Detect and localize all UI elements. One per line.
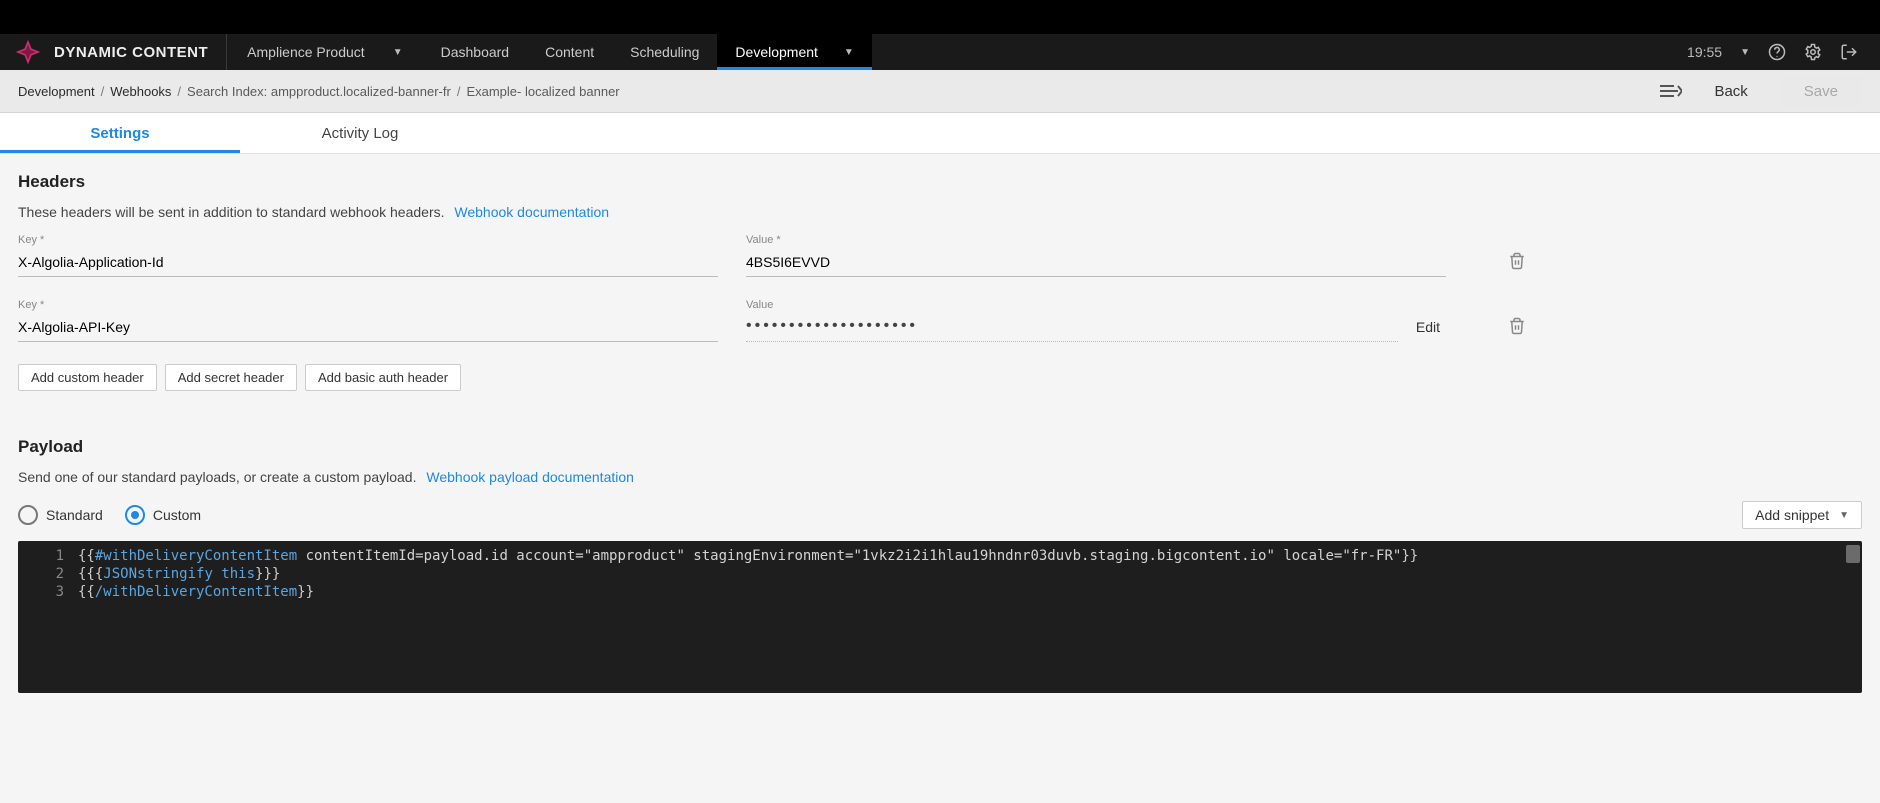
header-key-field: Key *: [18, 234, 718, 277]
panel-toggle-icon[interactable]: [1658, 82, 1682, 100]
header-value-input[interactable]: [746, 250, 1446, 277]
headers-description: These headers will be sent in addition t…: [18, 204, 1862, 220]
back-button[interactable]: Back: [1706, 79, 1755, 104]
breadcrumb-separator: /: [177, 84, 181, 99]
radio-label: Custom: [153, 507, 201, 523]
header-key-input[interactable]: [18, 315, 718, 342]
time-selector[interactable]: 19:55 ▼: [1687, 44, 1750, 60]
header-row: Key * Value *: [18, 234, 1862, 277]
headers-desc-text: These headers will be sent in addition t…: [18, 204, 445, 220]
payload-description: Send one of our standard payloads, or cr…: [18, 469, 1862, 485]
payload-controls: Standard Custom Add snippet ▼: [18, 501, 1862, 529]
nav-item-scheduling[interactable]: Scheduling: [612, 34, 717, 70]
delete-header-button[interactable]: [1504, 312, 1530, 340]
trash-icon: [1508, 251, 1526, 271]
breadcrumb-link[interactable]: Development: [18, 84, 95, 99]
payload-title: Payload: [18, 437, 1862, 457]
delete-header-button[interactable]: [1504, 247, 1530, 275]
header-buttons-row: Add custom header Add secret header Add …: [18, 364, 1862, 391]
header-key-field: Key *: [18, 299, 718, 342]
breadcrumb-bar: Development / Webhooks / Search Index: amppr…: [0, 70, 1880, 113]
payload-desc-text: Send one of our standard payloads, or cr…: [18, 469, 416, 485]
save-button: Save: [1780, 77, 1862, 106]
code-line: 1{{#withDeliveryContentItem contentItemI…: [18, 547, 1862, 565]
header-value-field: Value *: [746, 234, 1446, 277]
breadcrumb: Development / Webhooks / Search Index: amppr…: [18, 84, 620, 99]
field-label: Value: [746, 299, 1398, 311]
add-snippet-label: Add snippet: [1755, 507, 1829, 523]
header-right: 19:55 ▼: [1687, 43, 1880, 61]
add-snippet-button[interactable]: Add snippet ▼: [1742, 501, 1862, 529]
line-number: 1: [18, 547, 78, 565]
chevron-down-icon: ▼: [844, 47, 854, 58]
chevron-down-icon: ▼: [1740, 47, 1750, 58]
app-header: DYNAMIC CONTENT Amplience Product ▼ Dash…: [0, 34, 1880, 70]
secret-value-masked: ••••••••••••••••••••: [746, 315, 1398, 341]
content-area: Headers These headers will be sent in ad…: [0, 154, 1880, 723]
line-number: 2: [18, 565, 78, 583]
dynamic-content-logo-icon: [14, 38, 42, 66]
line-number: 3: [18, 583, 78, 601]
nav-item-content[interactable]: Content: [527, 34, 612, 70]
window-top-bar: [0, 0, 1880, 34]
webhook-payload-documentation-link[interactable]: Webhook payload documentation: [426, 469, 634, 485]
editor-scrollbar[interactable]: [1846, 545, 1860, 563]
tab-settings[interactable]: Settings: [0, 113, 240, 153]
tab-activity-log[interactable]: Activity Log: [240, 113, 480, 153]
hub-name: Amplience Product: [247, 44, 365, 60]
nav-item-dashboard[interactable]: Dashboard: [423, 34, 528, 70]
code-content: {{/withDeliveryContentItem}}: [78, 583, 314, 601]
add-custom-header-button[interactable]: Add custom header: [18, 364, 157, 391]
radio-label: Standard: [46, 507, 103, 523]
nav-label: Dashboard: [441, 44, 510, 60]
nav-label: Development: [735, 44, 818, 60]
field-label: Value *: [746, 234, 1446, 246]
add-secret-header-button[interactable]: Add secret header: [165, 364, 297, 391]
edit-secret-button[interactable]: Edit: [1410, 318, 1446, 336]
breadcrumb-text: Example- localized banner: [466, 84, 619, 99]
code-content: {{{JSONstringify this}}}: [78, 565, 280, 583]
tab-label: Settings: [90, 125, 149, 142]
nav-item-development[interactable]: Development ▼: [717, 34, 871, 70]
field-label: Key *: [18, 299, 718, 311]
app-logo[interactable]: DYNAMIC CONTENT: [0, 34, 227, 70]
nav-label: Content: [545, 44, 594, 60]
code-line: 2{{{JSONstringify this}}}: [18, 565, 1862, 583]
chevron-down-icon: ▼: [1839, 510, 1849, 521]
chevron-down-icon: ▼: [393, 47, 403, 58]
header-secret-value-field: Value •••••••••••••••••••• Edit: [746, 299, 1446, 342]
trash-icon: [1508, 316, 1526, 336]
breadcrumb-text: Search Index: ampproduct.localized-banne…: [187, 84, 451, 99]
webhook-documentation-link[interactable]: Webhook documentation: [454, 204, 609, 220]
header-row: Key * Value •••••••••••••••••••• Edit: [18, 299, 1862, 342]
header-key-input[interactable]: [18, 250, 718, 277]
logout-icon[interactable]: [1840, 43, 1858, 61]
headers-title: Headers: [18, 172, 1862, 192]
tab-label: Activity Log: [322, 125, 399, 142]
add-basic-auth-header-button[interactable]: Add basic auth header: [305, 364, 461, 391]
payload-radio-standard[interactable]: Standard: [18, 505, 103, 525]
hub-selector[interactable]: Amplience Product ▼: [227, 34, 422, 70]
nav-label: Scheduling: [630, 44, 699, 60]
code-line: 3{{/withDeliveryContentItem}}: [18, 583, 1862, 601]
headers-section: Headers These headers will be sent in ad…: [18, 172, 1862, 391]
sub-tabs: Settings Activity Log: [0, 113, 1880, 154]
field-label: Key *: [18, 234, 718, 246]
payload-section: Payload Send one of our standard payload…: [18, 437, 1862, 693]
breadcrumb-separator: /: [457, 84, 461, 99]
settings-icon[interactable]: [1804, 43, 1822, 61]
main-nav: Dashboard Content Scheduling Development ▼: [423, 34, 872, 70]
current-time: 19:55: [1687, 44, 1722, 60]
payload-code-editor[interactable]: 1{{#withDeliveryContentItem contentItemI…: [18, 541, 1862, 693]
breadcrumb-separator: /: [101, 84, 105, 99]
payload-radio-custom[interactable]: Custom: [125, 505, 201, 525]
help-icon[interactable]: [1768, 43, 1786, 61]
breadcrumb-link[interactable]: Webhooks: [110, 84, 171, 99]
app-logo-text: DYNAMIC CONTENT: [54, 44, 208, 61]
code-content: {{#withDeliveryContentItem contentItemId…: [78, 547, 1418, 565]
